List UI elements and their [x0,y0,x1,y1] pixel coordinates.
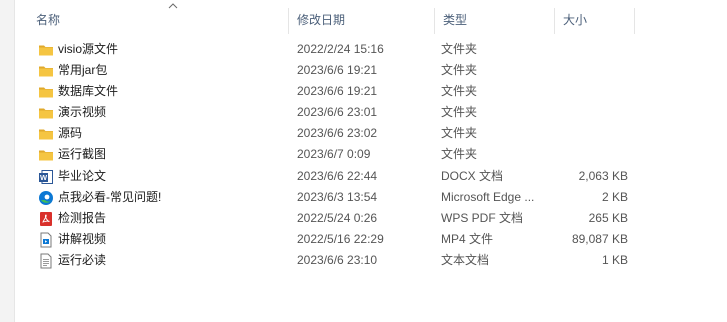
column-header-type[interactable]: 类型 [435,0,554,36]
file-row[interactable]: 讲解视频 2022/5/16 22:29 MP4 文件 89,087 KB [14,229,727,250]
file-modified-date: 2023/6/6 23:01 [297,105,378,120]
file-size: 2,063 KB [578,168,628,183]
file-modified-date: 2023/6/3 13:54 [297,189,378,204]
file-type: WPS PDF 文档 [441,210,524,225]
file-row[interactable]: visio源文件 2022/2/24 15:16 文件夹 [14,39,727,60]
file-size: 265 KB [588,210,628,225]
file-name: 检测报告 [58,210,107,225]
file-modified-date: 2022/5/24 0:26 [297,210,378,225]
file-row[interactable]: 源码 2023/6/6 23:02 文件夹 [14,123,727,144]
file-name: 运行截图 [58,147,107,162]
file-size [555,81,628,102]
file-name: 源码 [58,126,83,141]
file-size: 1 KB [601,252,628,267]
file-name: 常用jar包 [58,63,108,78]
column-header-size[interactable]: 大小 [555,0,634,36]
file-row[interactable]: 运行截图 2023/6/7 0:09 文件夹 [14,144,727,165]
file-name: visio源文件 [58,42,119,56]
file-modified-date: 2023/6/6 23:02 [297,126,378,141]
file-size: 2 KB [601,189,628,204]
file-type: 文件夹 [441,84,478,99]
file-name: 毕业论文 [58,168,107,183]
file-row[interactable]: 点我必看-常见问题! 2023/6/3 13:54 Microsoft Edge .… [14,187,727,208]
navigation-pane-edge [0,0,15,322]
file-name: 数据库文件 [58,84,119,99]
file-name: 演示视频 [58,105,107,120]
file-type: MP4 文件 [441,231,494,246]
file-name: 讲解视频 [58,231,107,246]
file-row[interactable]: 运行必读 2023/6/6 23:10 文本文档 1 KB [14,250,727,271]
file-type: 文件夹 [441,105,478,120]
file-size [555,123,628,144]
svg-text:W: W [40,173,48,182]
file-modified-date: 2022/5/16 22:29 [297,231,384,246]
file-type: 文件夹 [441,63,478,78]
folder-icon [38,105,54,121]
folder-icon [38,42,54,58]
file-modified-date: 2023/6/6 19:21 [297,63,378,78]
file-row[interactable]: 常用jar包 2023/6/6 19:21 文件夹 [14,60,727,81]
file-modified-date: 2023/6/7 0:09 [297,147,371,162]
folder-icon [38,84,54,100]
file-row[interactable]: 检测报告 2022/5/24 0:26 WPS PDF 文档 265 KB [14,208,727,229]
file-type: DOCX 文档 [441,168,504,183]
file-list: visio源文件 2022/2/24 15:16 文件夹 常用jar包 2023/6/6… [14,39,727,271]
file-size [555,144,628,165]
folder-icon [38,147,54,163]
file-name: 运行必读 [58,252,107,267]
column-header-bar: 名称 修改日期 类型 大小 [14,0,727,36]
file-row[interactable]: 数据库文件 2023/6/6 19:21 文件夹 [14,81,727,102]
file-modified-date: 2023/6/6 19:21 [297,84,378,99]
folder-icon [38,63,54,79]
file-row[interactable]: 演示视频 2023/6/6 23:01 文件夹 [14,102,727,123]
folder-icon [38,126,54,142]
file-modified-date: 2023/6/6 22:44 [297,168,378,183]
file-type: 文件夹 [441,147,478,162]
file-type: 文本文档 [441,252,490,267]
file-size [555,39,628,60]
column-divider[interactable] [634,8,635,34]
file-size: 89,087 KB [571,231,628,246]
file-modified-date: 2023/6/6 23:10 [297,252,378,267]
file-type: Microsoft Edge ... [441,189,535,204]
file-type: 文件夹 [441,42,478,56]
edge-browser-icon [38,190,54,206]
file-size [555,102,628,123]
video-file-icon [38,232,54,248]
file-size [555,60,628,81]
file-type: 文件夹 [441,126,478,141]
text-file-icon [38,253,54,269]
word-document-icon: W [38,169,54,185]
column-header-name[interactable]: 名称 [28,0,288,36]
pdf-document-icon [38,211,54,227]
file-modified-date: 2022/2/24 15:16 [297,42,384,56]
file-name: 点我必看-常见问题! [58,189,162,204]
file-row[interactable]: W 毕业论文 2023/6/6 22:44 DOCX 文档 2,063 KB [14,166,727,187]
column-header-date[interactable]: 修改日期 [289,0,434,36]
file-explorer-window: 名称 修改日期 类型 大小 visio源文件 2022/2/24 15:16 文件夹… [0,0,727,322]
